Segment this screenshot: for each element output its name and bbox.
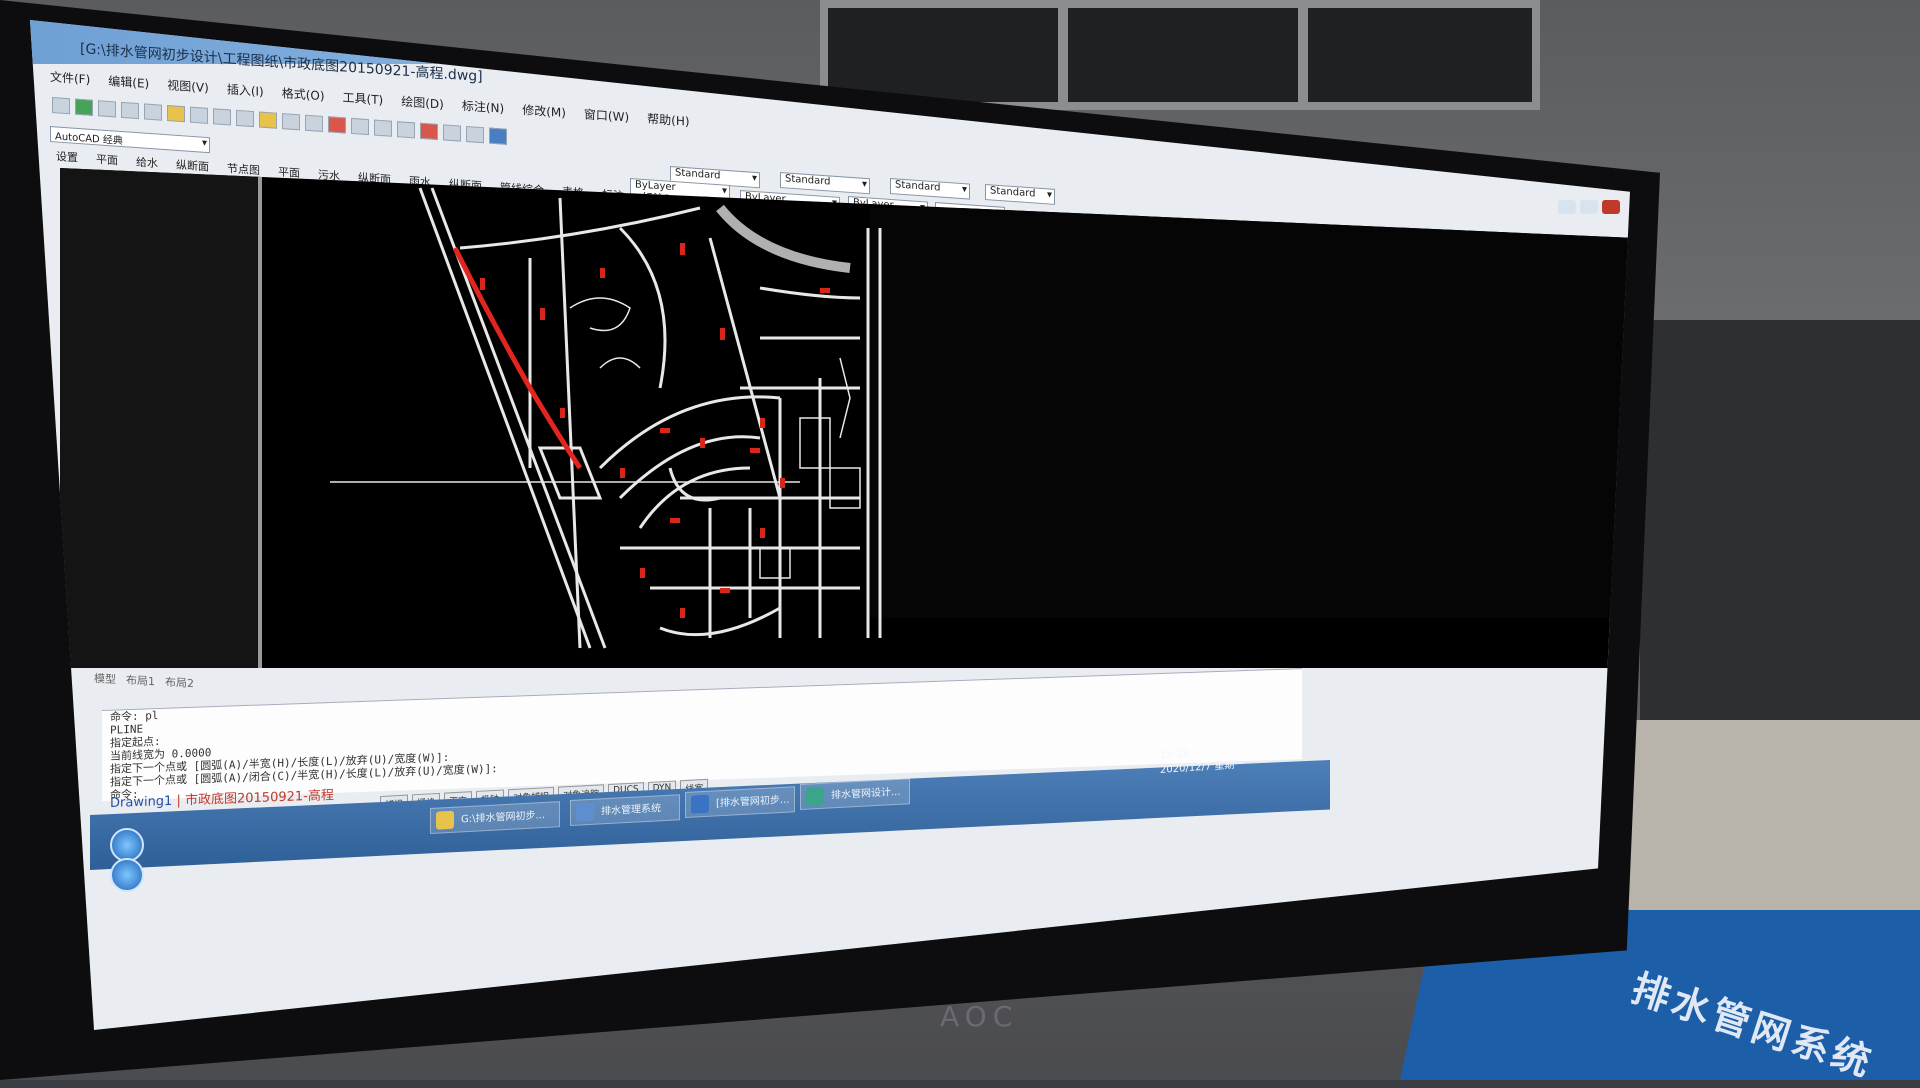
zoom-previous-icon[interactable] [397,121,415,139]
monitor-screen: [G:\排水管网初步设计\工程图纸\市政底图20150921-高程.dwg] 文… [30,20,1630,1040]
tab-node-drawing[interactable]: 节点图 [227,160,260,178]
cad-icon [691,794,709,814]
publish-icon[interactable] [167,105,185,123]
maximize-button[interactable] [1580,200,1598,214]
zoom-realtime-icon[interactable] [351,117,369,136]
app-icon [806,786,824,806]
properties-icon[interactable] [420,122,438,140]
menu-help[interactable]: 帮助(H) [647,110,689,135]
redo-icon[interactable] [305,114,323,132]
tab-layout2[interactable]: 布局2 [165,674,194,692]
tab-plan[interactable]: 平面 [96,151,118,169]
menu-file[interactable]: 文件(F) [50,68,90,93]
tab-settings[interactable]: 设置 [56,148,78,166]
preview-icon[interactable] [144,103,162,121]
app-icon [576,802,594,822]
menu-modify[interactable]: 修改(M) [522,101,566,126]
menu-tools[interactable]: 工具(T) [343,88,384,113]
layout-tabs: 模型 布局1 布局2 [94,670,194,691]
menu-dimension[interactable]: 标注(N) [462,97,504,122]
menu-window[interactable]: 窗口(W) [584,105,629,130]
tab-profile[interactable]: 纵断面 [176,156,209,174]
folder-icon [436,810,454,830]
background-cabinet [1640,320,1920,740]
menu-insert[interactable]: 插入(I) [227,80,264,105]
print-icon[interactable] [121,101,139,120]
copy-icon[interactable] [213,108,231,126]
save-icon[interactable] [98,100,116,118]
menu-draw[interactable]: 绘图(D) [401,93,444,118]
tab-water-supply[interactable]: 给水 [136,154,158,172]
minimize-button[interactable] [1558,200,1576,214]
table-style-select[interactable]: Standard [890,178,970,200]
pan-icon[interactable] [328,116,346,134]
cad-application-window: [G:\排水管网初步设计\工程图纸\市政底图20150921-高程.dwg] 文… [30,20,1630,1030]
start-button-icon[interactable] [110,828,144,862]
help-icon[interactable] [489,127,507,145]
tool-palette-icon[interactable] [466,125,484,144]
zoom-window-icon[interactable] [374,119,392,137]
start-button-icon[interactable] [110,858,144,892]
cut-icon[interactable] [190,106,208,124]
tab-layout1[interactable]: 布局1 [126,672,155,690]
match-properties-icon[interactable] [259,111,277,129]
menu-view[interactable]: 视图(V) [167,76,209,101]
dim-style-select[interactable]: Standard [780,172,870,195]
paste-icon[interactable] [236,109,254,128]
undo-icon[interactable] [282,113,300,131]
street-map-drawing [330,187,882,649]
open-file-icon[interactable] [75,98,93,116]
tab-model[interactable]: 模型 [94,670,116,687]
new-file-icon[interactable] [52,97,70,115]
design-center-icon[interactable] [443,124,461,142]
menu-edit[interactable]: 编辑(E) [108,72,149,97]
multileader-style-select[interactable]: Standard [985,184,1055,205]
drawing-tab-drawing1[interactable]: Drawing1 [110,794,172,811]
menu-format[interactable]: 格式(O) [282,84,325,109]
drawing-canvas[interactable] [60,168,1630,668]
close-button[interactable] [1602,200,1620,214]
